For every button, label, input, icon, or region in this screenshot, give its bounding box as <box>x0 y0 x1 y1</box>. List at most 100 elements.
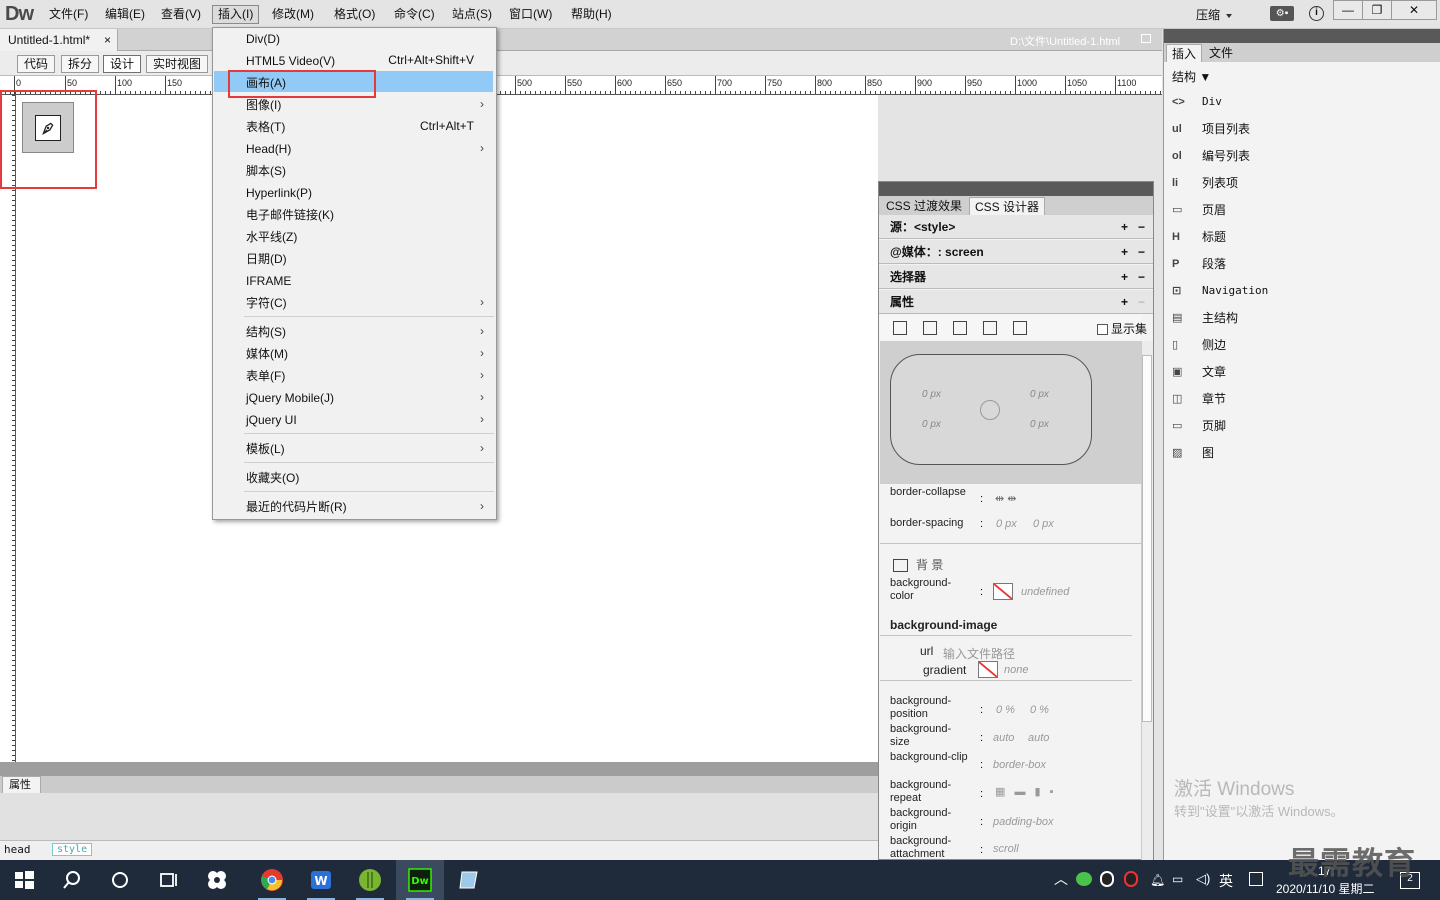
radius-bottom-right[interactable]: 0 px <box>1030 419 1049 430</box>
remove-icon[interactable]: − <box>1138 245 1145 259</box>
notes-app[interactable] <box>445 860 493 900</box>
info-icon[interactable]: i <box>1309 6 1324 21</box>
live-view-button[interactable]: 实时视图 <box>146 55 209 73</box>
border-spacing-y[interactable]: 0 px <box>1033 518 1054 530</box>
menu-commands[interactable]: 命令(C) <box>389 5 440 24</box>
add-icon[interactable]: + <box>1121 295 1128 309</box>
menu-item-15[interactable]: 表单(F) › <box>213 367 496 387</box>
menu-format[interactable]: 格式(O) <box>329 5 380 24</box>
minimize-button[interactable]: — <box>1333 0 1363 20</box>
repeat-icons[interactable]: ▦ ▬ ▮ ▪ <box>995 785 1057 798</box>
menu-item-0[interactable]: Div(D) <box>213 30 496 50</box>
background-color-value[interactable]: undefined <box>1021 586 1069 598</box>
word-app[interactable]: W <box>297 860 345 900</box>
clip-value[interactable]: border-box <box>993 759 1046 771</box>
cortana-button[interactable] <box>96 860 144 900</box>
menu-item-17[interactable]: jQuery UI › <box>213 411 496 431</box>
menu-help[interactable]: 帮助(H) <box>566 5 617 24</box>
notification-bell-icon[interactable]: 🔔︎ <box>1150 873 1165 887</box>
tab-files[interactable]: 文件 <box>1204 44 1238 62</box>
background-icon[interactable] <box>983 321 997 335</box>
document-tab[interactable]: Untitled-1.html* × <box>0 29 118 51</box>
menu-item-13[interactable]: 结构(S) › <box>213 323 496 343</box>
section-source[interactable]: 源：<style> + − <box>879 215 1153 239</box>
input-method-indicator[interactable]: 英 <box>1219 871 1233 891</box>
layout-icon[interactable] <box>893 321 907 335</box>
tab-css-designer[interactable]: CSS 设计器 <box>969 197 1046 215</box>
wechat-icon[interactable] <box>1076 872 1092 886</box>
color-swatch[interactable] <box>993 583 1013 600</box>
menu-item-1[interactable]: HTML5 Video(V) Ctrl+Alt+Shift+V <box>213 52 496 72</box>
menu-item-3[interactable]: 图像(I) › <box>213 96 496 116</box>
menu-item-20[interactable]: 最近的代码片断(R) › <box>213 498 496 518</box>
origin-value[interactable]: padding-box <box>993 816 1054 828</box>
remove-icon[interactable]: − <box>1138 220 1145 234</box>
menu-item-5[interactable]: Head(H) › <box>213 140 496 160</box>
more-icon[interactable] <box>1013 321 1027 335</box>
border-icon[interactable] <box>953 321 967 335</box>
tab-insert[interactable]: 插入 <box>1166 44 1203 62</box>
network-icon[interactable]: ▭ <box>1172 872 1183 886</box>
menu-item-6[interactable]: 脚本(S) <box>213 162 496 182</box>
radius-bottom-left[interactable]: 0 px <box>922 419 941 430</box>
url-input[interactable]: 输入文件路径 <box>943 645 1015 662</box>
size-x[interactable]: auto <box>993 732 1014 744</box>
dreamweaver-app[interactable]: Dw <box>396 860 444 900</box>
menu-site[interactable]: 站点(S) <box>447 5 497 24</box>
section-media[interactable]: @媒体：: screen + − <box>879 240 1153 264</box>
insert-category-dropdown[interactable]: 结构 ▼ <box>1172 68 1211 85</box>
keyboard-grid-icon[interactable] <box>1249 872 1263 886</box>
tag-style[interactable]: style <box>52 843 93 856</box>
menu-item-18[interactable]: 模板(L) › <box>213 440 496 460</box>
pinwheel-app[interactable] <box>193 860 241 900</box>
text-icon[interactable] <box>923 321 937 335</box>
menu-insert[interactable]: 插入(I) <box>212 5 260 24</box>
code-view-button[interactable]: 代码 <box>17 55 56 73</box>
tray-overflow-icon[interactable]: ︿ <box>1054 869 1068 889</box>
size-y[interactable]: auto <box>1028 732 1049 744</box>
gear-icon[interactable]: ⚙▪ <box>1270 6 1294 21</box>
tab-css-transitions[interactable]: CSS 过渡效果 <box>881 197 967 215</box>
menu-edit[interactable]: 编辑(E) <box>100 5 150 24</box>
task-view-button[interactable] <box>144 860 192 900</box>
tag-head[interactable]: head <box>4 843 31 856</box>
close-tab-icon[interactable]: × <box>104 29 111 51</box>
show-set-checkbox[interactable]: 显示集 <box>1097 320 1147 337</box>
chrome-app[interactable] <box>248 860 296 900</box>
add-icon[interactable]: + <box>1121 245 1128 259</box>
restore-button[interactable]: ❐ <box>1362 0 1392 20</box>
position-y[interactable]: 0 % <box>1030 704 1049 716</box>
gradient-swatch[interactable] <box>978 661 998 678</box>
link-icon[interactable] <box>980 400 1000 420</box>
menu-item-4[interactable]: 表格(T) Ctrl+Alt+T <box>213 118 496 138</box>
menu-item-12[interactable]: 字符(C) › <box>213 294 496 314</box>
search-button[interactable] <box>48 860 96 900</box>
attachment-value[interactable]: scroll <box>993 843 1019 855</box>
volume-icon[interactable]: ◁) <box>1196 871 1210 887</box>
section-selector[interactable]: 选择器 + − <box>879 265 1153 289</box>
border-spacing-x[interactable]: 0 px <box>996 518 1017 530</box>
radius-top-left[interactable]: 0 px <box>922 389 941 400</box>
scrollbar-thumb[interactable] <box>1142 355 1152 722</box>
green-app[interactable] <box>346 860 394 900</box>
close-button[interactable]: ✕ <box>1391 0 1437 20</box>
menu-item-11[interactable]: IFRAME <box>213 272 496 292</box>
position-x[interactable]: 0 % <box>996 704 1015 716</box>
menu-file[interactable]: 文件(F) <box>44 5 93 24</box>
menu-item-16[interactable]: jQuery Mobile(J) › <box>213 389 496 409</box>
restore-document-icon[interactable] <box>1141 34 1151 43</box>
menu-item-9[interactable]: 水平线(Z) <box>213 228 496 248</box>
start-button[interactable] <box>0 860 48 900</box>
add-icon[interactable]: + <box>1121 220 1128 234</box>
menu-window[interactable]: 窗口(W) <box>504 5 557 24</box>
remove-icon[interactable]: − <box>1138 270 1145 284</box>
split-view-button[interactable]: 拆分 <box>61 55 100 73</box>
menu-view[interactable]: 查看(V) <box>156 5 206 24</box>
qq-icon[interactable] <box>1100 871 1114 887</box>
menu-item-10[interactable]: 日期(D) <box>213 250 496 270</box>
qq-icon[interactable] <box>1124 871 1138 887</box>
section-properties[interactable]: 属性 + − <box>879 290 1153 314</box>
properties-tab[interactable]: 属性 <box>2 776 41 793</box>
workspace-switcher[interactable]: 压缩 <box>1196 6 1233 23</box>
add-icon[interactable]: + <box>1121 270 1128 284</box>
